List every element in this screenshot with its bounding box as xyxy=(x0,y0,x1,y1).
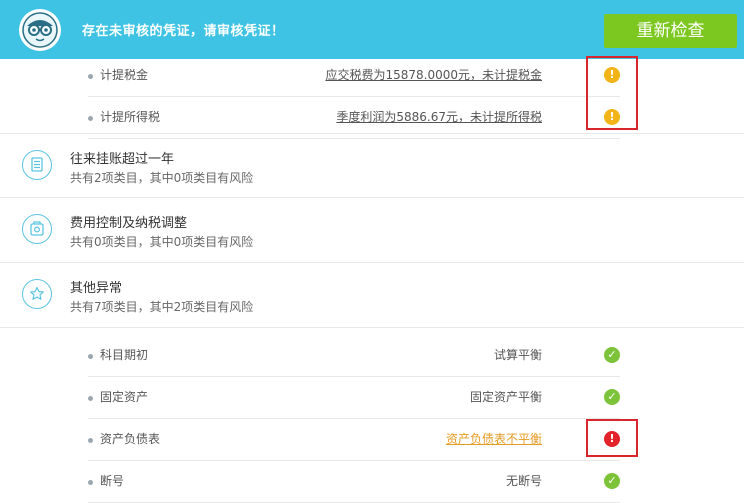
audit-warning-message: 存在未审核的凭证，请审核凭证！ xyxy=(82,24,285,39)
check-item-detail-link[interactable]: 季度利润为5886.67元，未计提所得税 xyxy=(336,108,542,125)
check-item-label: 资产负债表 xyxy=(100,432,161,446)
section-summary: 共有2项类目，其中0项类目有风险 xyxy=(70,171,254,185)
section-overdue-accounts[interactable]: 往来挂账超过一年 共有2项类目，其中0项类目有风险 xyxy=(0,133,744,198)
check-item-result: 无断号 xyxy=(505,474,542,488)
section-summary: 共有7项类目，其中2项类目有风险 xyxy=(70,300,254,314)
recheck-button[interactable]: 重新检查 xyxy=(604,14,737,48)
tax-icon xyxy=(22,214,52,244)
section-title: 其他异常 xyxy=(70,281,123,296)
check-item-label: 断号 xyxy=(100,474,125,488)
check-item-label: 固定资产 xyxy=(100,390,149,404)
bullet-dot xyxy=(88,480,93,485)
check-item-opening-balance: 科目期初 试算平衡 ✓ xyxy=(88,335,620,377)
bullet-dot xyxy=(88,438,93,443)
bullet-dot xyxy=(88,396,93,401)
section-title: 费用控制及纳税调整 xyxy=(70,216,188,231)
section-other-anomalies[interactable]: 其他异常 共有7项类目，其中2项类目有风险 xyxy=(0,263,744,328)
header-bar: 存在未审核的凭证，请审核凭证！ 重新检查 xyxy=(0,0,744,59)
check-item-label: 计提税金 xyxy=(100,68,149,82)
star-icon xyxy=(22,279,52,309)
check-icon: ✓ xyxy=(604,347,620,363)
bullet-dot xyxy=(88,74,93,79)
document-icon xyxy=(22,150,52,180)
check-item-label: 计提所得税 xyxy=(100,110,161,124)
check-item-fixed-assets: 固定资产 固定资产平衡 ✓ xyxy=(88,377,620,419)
check-item-balance-sheet: 资产负债表 资产负债表不平衡 ! xyxy=(88,419,620,461)
check-item-detail-link[interactable]: 资产负债表不平衡 xyxy=(446,430,542,447)
check-item-result: 固定资产平衡 xyxy=(469,390,542,404)
check-item-number-gap: 断号 无断号 ✓ xyxy=(88,461,620,503)
section-title: 往来挂账超过一年 xyxy=(70,152,175,167)
check-item-detail-link[interactable]: 应交税费为15878.0000元，未计提税金 xyxy=(325,66,542,83)
bullet-dot xyxy=(88,116,93,121)
highlight-box xyxy=(586,56,638,130)
check-item-result: 试算平衡 xyxy=(493,348,542,362)
section-summary: 共有0项类目，其中0项类目有风险 xyxy=(70,235,254,249)
bullet-dot xyxy=(88,354,93,359)
section-expense-control[interactable]: 费用控制及纳税调整 共有0项类目，其中0项类目有风险 xyxy=(0,198,744,263)
mascot-icon xyxy=(19,9,61,51)
check-icon: ✓ xyxy=(604,389,620,405)
highlight-box xyxy=(586,419,638,457)
check-icon: ✓ xyxy=(604,473,620,489)
check-item-accrue-tax: 计提税金 应交税费为15878.0000元，未计提税金 ! xyxy=(88,55,620,97)
check-item-label: 科目期初 xyxy=(100,348,149,362)
